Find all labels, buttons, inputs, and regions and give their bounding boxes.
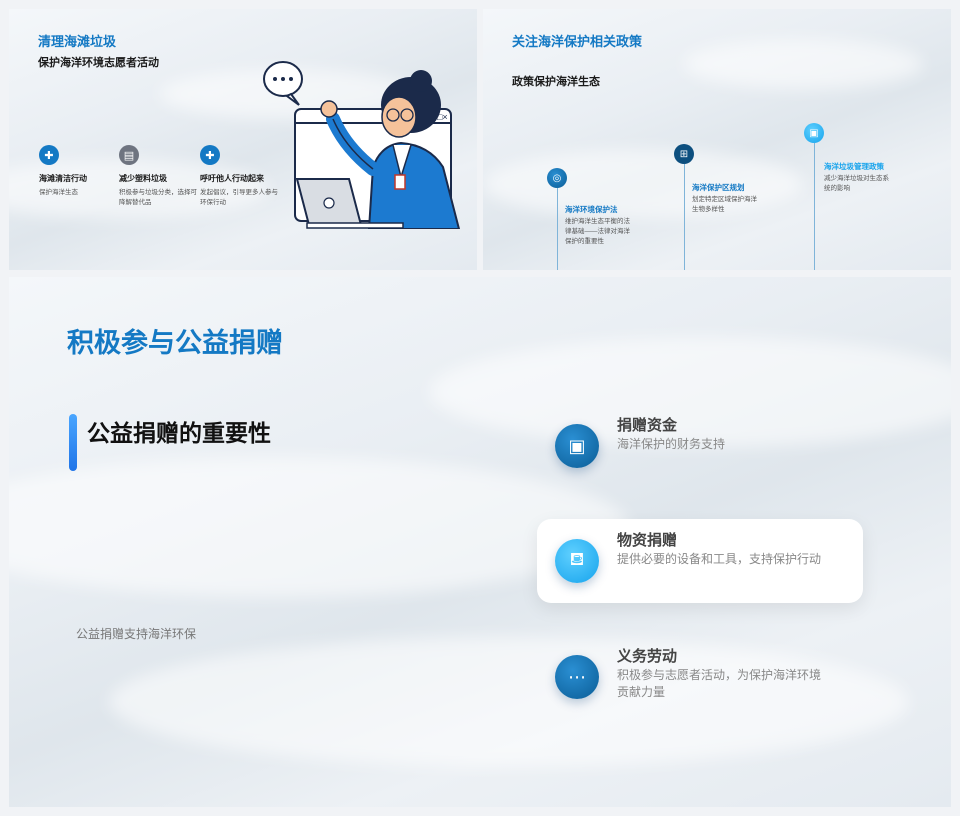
slide-main-3: 积极参与公益捐赠 公益捐赠的重要性 公益捐赠支持海洋环保 ▣ 捐赠资金 海洋保护… [9, 277, 951, 807]
puzzle-icon: ✚ [200, 145, 220, 165]
puzzle-icon: ✚ [39, 145, 59, 165]
slide-thumbnail-1[interactable]: 清理海滩垃圾 保护海洋环境志愿者活动 ✚ 海滩清洁行动 保护海洋生态 ▤ 减少塑… [9, 9, 477, 270]
speech-bubble-icon [263, 61, 303, 106]
slide3-title: 积极参与公益捐赠 [67, 328, 283, 358]
target-icon: ◎ [547, 168, 567, 188]
volunteer-illustration: □× [263, 61, 461, 229]
slide-thumbnail-2[interactable]: 关注海洋保护相关政策 政策保护海洋生态 ◎ 海洋环境保护法 维护海洋生态平衡的法… [483, 9, 951, 270]
slide1-subtitle: 保护海洋环境志愿者活动 [38, 57, 159, 69]
slide1-title: 清理海滩垃圾 [38, 34, 117, 49]
slide2-subtitle: 政策保护海洋生态 [512, 76, 600, 88]
feature-beach-clean: ✚ 海滩清洁行动 保护海洋生态 [39, 145, 119, 198]
sofa-icon: ⛾ [555, 539, 599, 583]
image-icon: ▣ [804, 123, 824, 143]
chat-icon: ⋯ [555, 655, 599, 699]
hierarchy-icon: ⊞ [674, 144, 694, 164]
heading-accent-bar [69, 414, 77, 471]
slide3-footer: 公益捐赠支持海洋环保 [76, 627, 197, 641]
feature-reduce-plastic: ▤ 减少塑料垃圾 积极参与垃圾分类，选择可降解替代品 [119, 145, 199, 208]
clipboard-icon: ▤ [119, 145, 139, 165]
slide3-heading: 公益捐赠的重要性 [87, 420, 271, 446]
slide2-title: 关注海洋保护相关政策 [512, 34, 643, 49]
image-icon: ▣ [555, 424, 599, 468]
